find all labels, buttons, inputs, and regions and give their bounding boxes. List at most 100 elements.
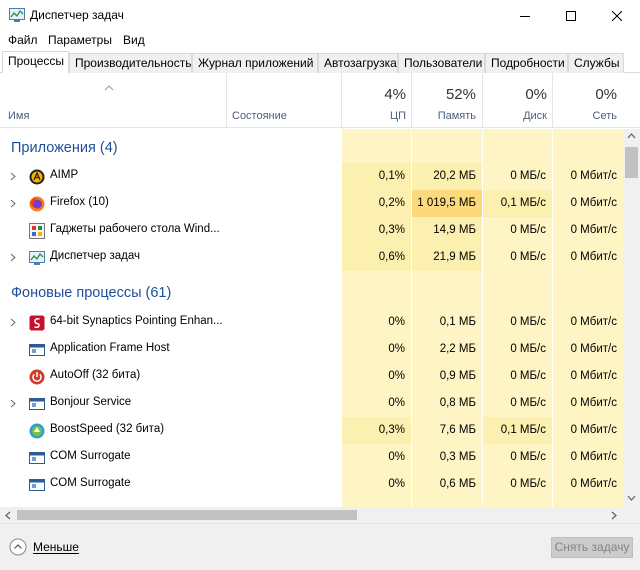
app-window-icon: [29, 452, 45, 464]
disk-value: 0 МБ/с: [510, 370, 546, 382]
table-row[interactable]: Гаджеты рабочего стола Wind... 0,3% 14,9…: [0, 217, 623, 244]
table-row[interactable]: COM Surrogate 0% 0,6 МБ 0 МБ/с 0 Мбит/с: [0, 471, 623, 498]
tab-app-history[interactable]: Журнал приложений: [192, 53, 318, 73]
horizontal-scrollbar[interactable]: [0, 507, 640, 523]
table-row[interactable]: Firefox (10) 0,2% 1 019,5 МБ 0,1 МБ/с 0 …: [0, 190, 623, 217]
tab-details[interactable]: Подробности: [485, 53, 568, 73]
column-header: Имя Состояние 4% ЦП 52% Память 0% Диск 0…: [0, 73, 640, 128]
maximize-button[interactable]: [548, 0, 594, 31]
table-row[interactable]: AIMP 0,1% 20,2 МБ 0 МБ/с 0 Мбит/с: [0, 163, 623, 190]
cpu-value: 0%: [388, 478, 405, 490]
disk-value: 0 МБ/с: [510, 478, 546, 490]
memory-value: 1 019,5 МБ: [412, 190, 482, 217]
footer: Меньше Снять задачу: [0, 523, 640, 570]
scroll-right-icon[interactable]: [611, 511, 617, 520]
header-name[interactable]: Имя: [8, 110, 29, 122]
chevron-right-icon[interactable]: [10, 199, 16, 208]
service-icon: [29, 398, 45, 410]
close-icon: [612, 10, 622, 21]
process-name: COM Surrogate: [50, 477, 131, 489]
minimize-button[interactable]: [502, 0, 548, 31]
chevron-right-icon[interactable]: [10, 172, 16, 181]
disk-value: 0 МБ/с: [510, 224, 546, 236]
sort-ascending-icon: [104, 85, 114, 91]
memory-value: 20,2 МБ: [412, 163, 482, 190]
cpu-percent: 4%: [384, 86, 406, 103]
memory-value: 0,8 МБ: [439, 397, 476, 409]
table-row[interactable]: AutoOff (32 бита) 0% 0,9 МБ 0 МБ/с 0 Мби…: [0, 363, 623, 390]
memory-value: 0,1 МБ: [439, 316, 476, 328]
chevron-right-icon[interactable]: [10, 253, 16, 262]
disk-value: 0 МБ/с: [510, 170, 546, 182]
table-row[interactable]: Bonjour Service 0% 0,8 МБ 0 МБ/с 0 Мбит/…: [0, 390, 623, 417]
tab-processes[interactable]: Процессы: [2, 51, 69, 74]
network-value: 0 Мбит/с: [570, 251, 617, 263]
cpu-value: 0%: [388, 316, 405, 328]
network-value: 0 Мбит/с: [570, 397, 617, 409]
app-window-icon: [29, 479, 45, 491]
app-window-icon: [29, 344, 45, 356]
table-row[interactable]: BoostSpeed (32 бита) 0,3% 7,6 МБ 0,1 МБ/…: [0, 417, 623, 444]
menu-file[interactable]: Файл: [8, 33, 38, 47]
chevron-right-icon[interactable]: [10, 318, 16, 327]
power-icon: [29, 369, 45, 385]
cpu-value: 0,6%: [342, 244, 411, 271]
tab-performance[interactable]: Производительность: [69, 53, 192, 73]
memory-percent: 52%: [445, 86, 476, 103]
memory-value: 0,9 МБ: [439, 370, 476, 382]
network-value: 0 Мбит/с: [570, 424, 617, 436]
process-list: Приложения (4) AIMP 0,1% 20,2 МБ 0 МБ/с …: [0, 129, 623, 507]
table-row[interactable]: 64-bit Synaptics Pointing Enhan... 0% 0,…: [0, 309, 623, 336]
vertical-scroll-thumb[interactable]: [625, 147, 638, 178]
end-task-button[interactable]: Снять задачу: [551, 537, 633, 558]
network-value: 0 Мбит/с: [570, 343, 617, 355]
chevron-right-icon[interactable]: [10, 399, 16, 408]
maximize-icon: [566, 10, 576, 21]
memory-value: 0,3 МБ: [439, 451, 476, 463]
vertical-scrollbar[interactable]: [623, 129, 640, 507]
process-name: Bonjour Service: [50, 396, 132, 408]
network-value: 0 Мбит/с: [570, 316, 617, 328]
group-header-apps[interactable]: Приложения (4): [0, 135, 623, 162]
close-button[interactable]: [594, 0, 640, 31]
menu-view[interactable]: Вид: [123, 33, 145, 47]
fewer-details-label: Меньше: [33, 540, 79, 554]
tab-services[interactable]: Службы: [568, 53, 624, 73]
memory-label: Память: [437, 110, 476, 122]
disk-value: 0,1 МБ/с: [483, 190, 552, 217]
process-name: BoostSpeed (32 бита): [50, 423, 165, 435]
header-state[interactable]: Состояние: [232, 110, 287, 122]
horizontal-scroll-thumb[interactable]: [17, 510, 357, 520]
cpu-value: 0,2%: [342, 190, 411, 217]
task-manager-icon: [29, 251, 45, 265]
menu-options[interactable]: Параметры: [48, 33, 112, 47]
header-divider: [226, 73, 227, 128]
network-value: 0 Мбит/с: [570, 224, 617, 236]
group-header-background[interactable]: Фоновые процессы (61): [0, 280, 623, 307]
tab-startup[interactable]: Автозагрузка: [318, 53, 398, 73]
process-name: AIMP: [50, 169, 79, 181]
scroll-up-icon[interactable]: [627, 133, 636, 139]
firefox-icon: [29, 196, 45, 212]
process-name: Application Frame Host: [50, 342, 170, 354]
fewer-details-button[interactable]: Меньше: [9, 537, 89, 557]
table-row[interactable]: Application Frame Host 0% 2,2 МБ 0 МБ/с …: [0, 336, 623, 363]
tab-users[interactable]: Пользователи: [398, 53, 485, 73]
table-row[interactable]: Диспетчер задач 0,6% 21,9 МБ 0 МБ/с 0 Мб…: [0, 244, 623, 271]
scroll-left-icon[interactable]: [5, 511, 11, 520]
disk-value: 0 МБ/с: [510, 316, 546, 328]
table-row[interactable]: COM Surrogate 0% 0,3 МБ 0 МБ/с 0 Мбит/с: [0, 444, 623, 471]
disk-value: 0 МБ/с: [510, 397, 546, 409]
boostspeed-icon: [29, 423, 45, 439]
cpu-value: 0,1%: [342, 163, 411, 190]
network-value: 0 Мбит/с: [570, 478, 617, 490]
cpu-value: 0,3%: [342, 217, 411, 244]
memory-value: 2,2 МБ: [439, 343, 476, 355]
tab-bar: Процессы Производительность Журнал прило…: [0, 51, 640, 74]
scroll-down-icon[interactable]: [627, 495, 636, 501]
synaptics-icon: [29, 315, 45, 331]
memory-value: 7,6 МБ: [439, 424, 476, 436]
network-value: 0 Мбит/с: [570, 170, 617, 182]
disk-label: Диск: [523, 110, 547, 122]
cpu-value: 0,3%: [342, 417, 411, 444]
